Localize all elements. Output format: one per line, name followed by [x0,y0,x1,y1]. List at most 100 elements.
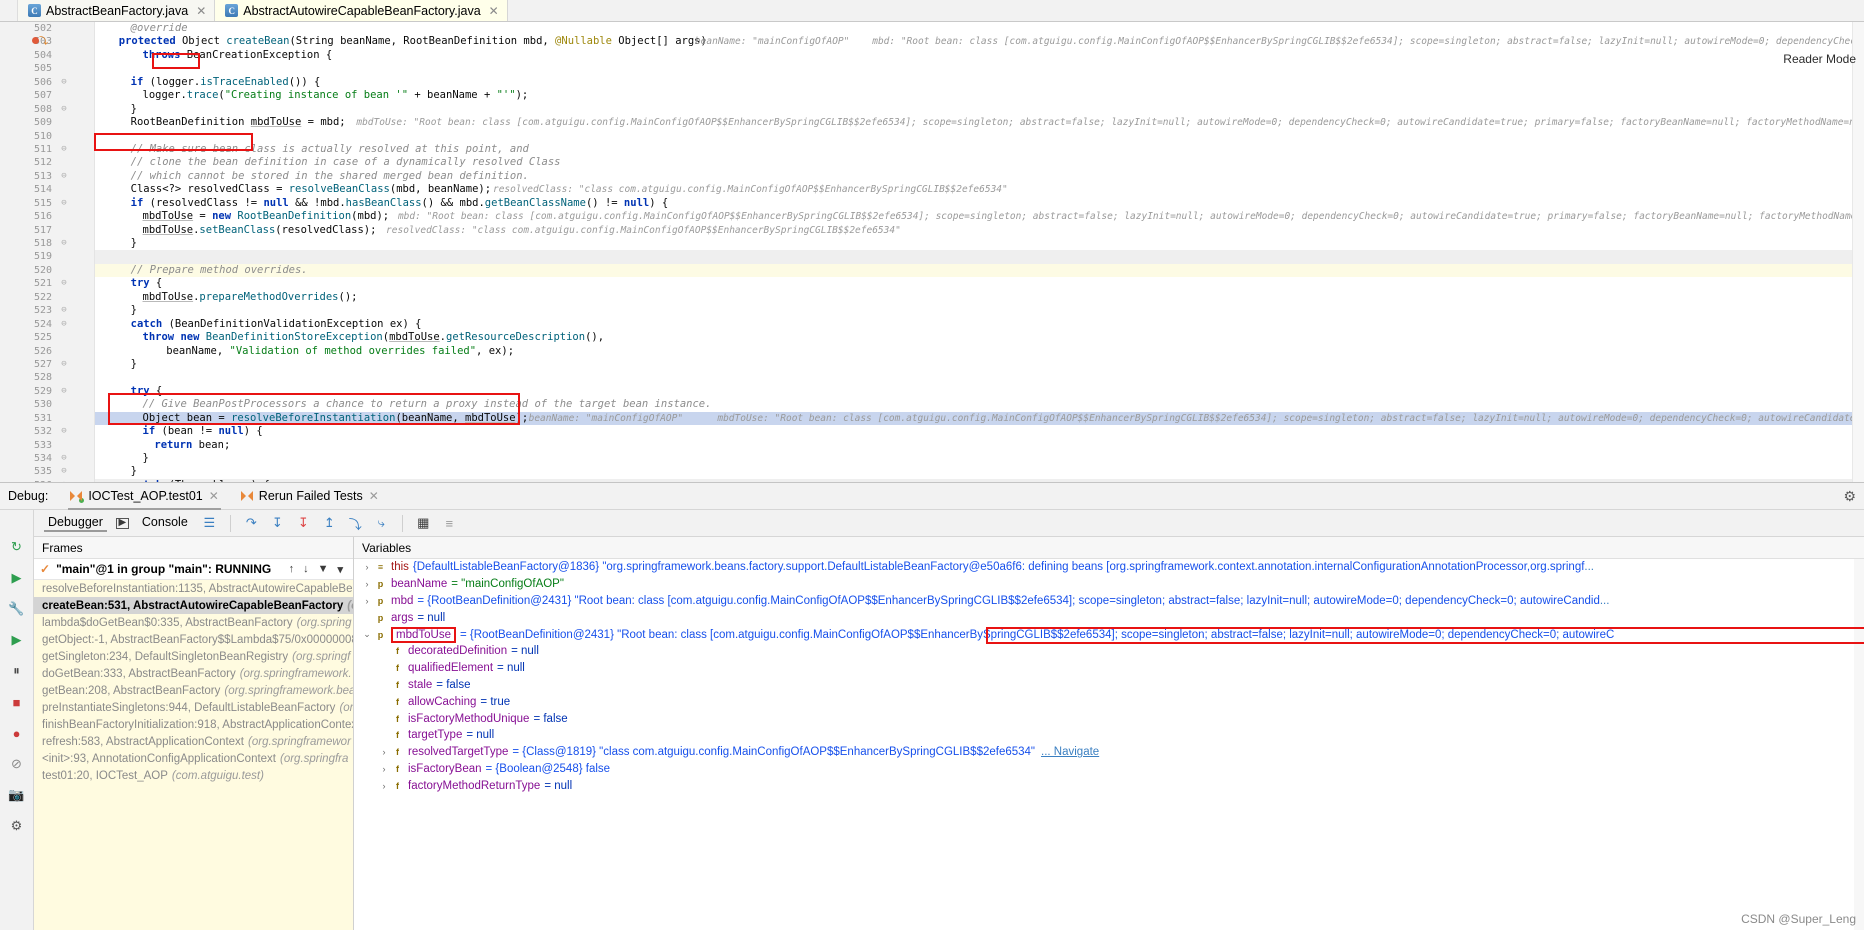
chevron-down-icon[interactable]: ▾ [337,563,343,576]
tab-console[interactable]: Console [138,515,192,531]
variable-row[interactable]: f qualifiedElement = null [354,660,1864,677]
code-line[interactable]: 520 // Prepare method overrides. [34,263,1864,278]
stack-frame-row[interactable]: test01:20, IOCTest_AOP (com.atguigu.test) [34,767,353,784]
code-line[interactable]: 532 ⊖ if (bean != null) { [34,425,1864,438]
chevron-right-icon[interactable]: › [377,764,391,774]
call-stack-list[interactable]: resolveBeforeInstantiation:1135, Abstrac… [34,580,353,930]
code-line[interactable]: 523 ⊖} [34,304,1864,317]
code-line[interactable]: 512 // clone the bean definition in case … [34,156,1864,169]
code-line[interactable]: 535 ⊖} [34,465,1864,478]
code-fold-icon[interactable]: ⊖ [58,197,70,210]
stack-frame-row[interactable]: getSingleton:234, DefaultSingletonBeanRe… [34,648,353,665]
editor-code-area[interactable]: 502 @override 503 ⤵ protected Object createB… [32,22,1864,482]
variable-row[interactable]: › p beanName = "mainConfigOfAOP" [354,576,1864,593]
debug-session-tab-rerun-failed[interactable]: Rerun Failed Tests ✕ [235,483,385,510]
chevron-down-icon[interactable]: ⌄ [360,629,374,640]
code-fold-icon[interactable]: ⊖ [58,304,70,317]
editor-tab-abstractautowirecapablebeanfactory[interactable]: C AbstractAutowireCapableBeanFactory.jav… [215,0,508,21]
stack-frame-row[interactable]: createBean:531, AbstractAutowireCapableB… [34,597,353,614]
variable-row[interactable]: › ≡ this {DefaultListableBeanFactory@1836} … [354,559,1864,576]
variable-row[interactable]: › f isFactoryBean = {Boolean@2548} false [354,761,1864,778]
value-truncation-indicator[interactable]: ... [1600,595,1610,607]
code-line[interactable]: 526 beanName, "Validation of method overr… [34,345,1864,358]
variable-row[interactable]: ⌄ p mbdToUse = {RootBeanDefinition@2431} "R… [354,626,1864,643]
code-line[interactable]: 509 RootBeanDefinition mbdToUse = mbd; mbd… [34,116,1864,129]
code-line[interactable]: 529 ⊖ try { [34,385,1864,398]
code-line[interactable]: 510 [34,130,1864,143]
chevron-right-icon[interactable]: › [360,596,374,606]
code-fold-icon[interactable]: ⊖ [58,277,70,290]
navigate-link[interactable]: ... Navigate [1035,746,1099,758]
code-line[interactable]: 518 ⊖} [34,237,1864,250]
variable-row[interactable]: f isFactoryMethodUnique = false [354,710,1864,727]
code-line[interactable]: 525 throw new BeanDefinitionStoreExceptio… [34,331,1864,344]
stack-frame-row[interactable]: refresh:583, AbstractApplicationContext(… [34,733,353,750]
down-arrow-icon[interactable]: ↓ [303,563,309,576]
stack-frame-row[interactable]: finishBeanFactoryInitialization:918, Abs… [34,716,353,733]
code-line[interactable]: 534 ⊖} [34,452,1864,465]
build-icon[interactable]: 🔧 [7,600,27,618]
chevron-right-icon[interactable]: › [377,747,391,757]
chevron-right-icon[interactable]: › [360,579,374,589]
resume-icon[interactable]: ▶ [7,631,27,649]
code-line[interactable]: 507 logger.trace("Creating instance of be… [34,89,1864,102]
code-line[interactable]: 504 throws BeanCreationException { [34,49,1864,62]
breakpoint-icon[interactable]: ⤵ [32,35,48,49]
code-line[interactable]: 519 [34,250,1864,264]
force-step-into-icon[interactable]: ↧ [295,515,312,532]
stop-icon[interactable]: ■ [7,693,27,711]
variable-row[interactable]: f decoratedDefinition = null [354,643,1864,660]
stack-frame-row[interactable]: getObject:-1, AbstractBeanFactory$$Lambd… [34,631,353,648]
code-line[interactable]: 513 ⊖ // which cannot be stored in the sha… [34,170,1864,183]
stack-frame-row[interactable]: resolveBeforeInstantiation:1135, Abstrac… [34,580,353,597]
chevron-right-icon[interactable]: › [360,562,374,572]
variable-row[interactable]: › p mbd = {RootBeanDefinition@2431} "Root b… [354,593,1864,610]
code-line[interactable]: 517 mbdToUse.setBeanClass(resolvedClass);… [34,224,1864,237]
reader-mode-label[interactable]: Reader Mode [1783,52,1856,66]
close-icon[interactable]: ✕ [486,4,499,18]
editor-scrollbar[interactable] [1852,22,1864,482]
stack-frame-row[interactable]: <init>:93, AnnotationConfigApplicationCo… [34,750,353,767]
variable-row[interactable]: › f factoryMethodReturnType = null [354,777,1864,794]
code-line[interactable]: 508 ⊖} [34,103,1864,116]
drop-frame-icon[interactable]: ⤷ [373,515,390,532]
close-icon[interactable]: ✕ [193,4,206,18]
code-fold-icon[interactable]: ⊖ [58,237,70,250]
tab-debugger[interactable]: Debugger [44,515,107,532]
editor-surface[interactable]: 502 @override 503 ⤵ protected Object createB… [0,22,1864,482]
code-line[interactable]: 502 @override [34,22,1864,35]
code-line[interactable]: 533 return bean; [34,439,1864,452]
code-line[interactable]: 503 ⤵ protected Object createBean(String b… [32,35,1864,48]
variable-row[interactable]: p args = null [354,609,1864,626]
pause-icon[interactable]: ⏸ [7,662,27,680]
editor-tab-abstractbeanfactory[interactable]: C AbstractBeanFactory.java ✕ [18,0,216,21]
code-line[interactable]: 515 ⊖ if (resolvedClass != null && !mbd.ha… [34,197,1864,210]
variable-row[interactable]: f allowCaching = true [354,693,1864,710]
variables-tree[interactable]: › ≡ this {DefaultListableBeanFactory@1836} … [354,559,1864,930]
variable-row[interactable]: f targetType = null [354,727,1864,744]
thread-selector[interactable]: ✓ "main"@1 in group "main": RUNNING ↑ ↓ … [34,559,353,580]
code-fold-icon[interactable]: ⊖ [58,425,70,438]
variables-scrollbar[interactable] [1854,559,1864,930]
stack-frame-row[interactable]: preInstantiateSingletons:944, DefaultLis… [34,699,353,716]
settings-view-icon[interactable]: ≡ [441,515,458,532]
code-editor[interactable]: 502 @override 503 ⤵ protected Object createB… [0,22,1864,482]
code-fold-icon[interactable]: ⊖ [58,318,70,331]
step-out-icon[interactable]: ↥ [321,515,338,532]
step-into-icon[interactable]: ↧ [269,515,286,532]
code-line[interactable]: 530 // Give BeanPostProcessors a chance t… [34,398,1864,411]
camera-icon[interactable]: 📷 [7,786,27,804]
stack-frame-row[interactable]: lambda$doGetBean$0:335, AbstractBeanFact… [34,614,353,631]
settings-icon[interactable]: ⚙ [7,817,27,835]
view-breakpoints-icon[interactable]: ● [7,724,27,742]
code-line[interactable]: 531 Object bean = resolveBeforeInstantiat… [34,411,1864,426]
code-line[interactable]: 505 [34,62,1864,75]
evaluate-expression-icon[interactable]: ▦ [415,515,432,532]
code-line[interactable]: 524 ⊖ catch (BeanDefinitionValidationExcep… [34,318,1864,331]
code-line[interactable]: 522 mbdToUse.prepareMethodOverrides(); [34,291,1864,304]
step-over-icon[interactable]: ↷ [243,515,260,532]
code-line[interactable]: 528 [34,371,1864,384]
variable-row[interactable]: f stale = false [354,677,1864,694]
close-icon[interactable]: ✕ [209,489,219,503]
code-fold-icon[interactable]: ⊖ [58,170,70,183]
